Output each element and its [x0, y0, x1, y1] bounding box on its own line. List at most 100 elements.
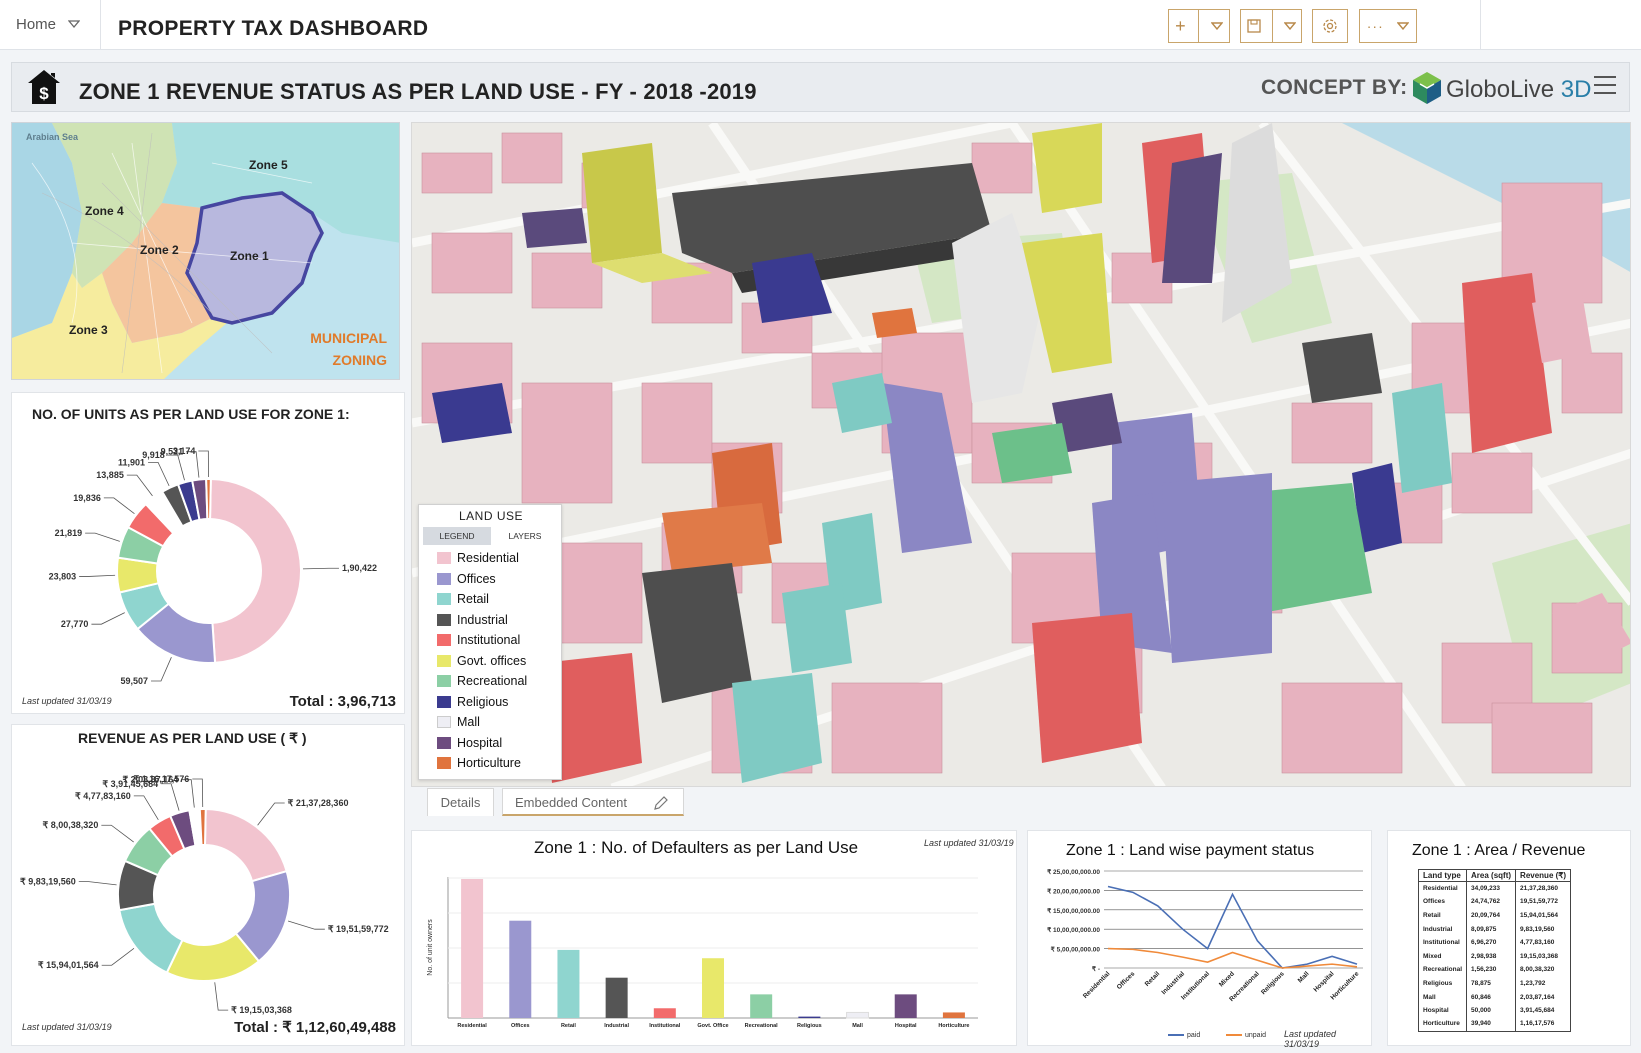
- table-cell: 78,875: [1466, 976, 1517, 991]
- tab-layers[interactable]: LAYERS: [491, 527, 559, 545]
- municipal-zoning-map[interactable]: Arabian Sea Zone 5 Zone 4 Zone 2 Zone 1 …: [11, 122, 400, 380]
- panel-title: Zone 1 : No. of Defaulters as per Land U…: [534, 838, 859, 857]
- settings-button[interactable]: [1312, 9, 1348, 43]
- legend-item: Offices: [437, 569, 527, 590]
- data-label: 21,819: [55, 528, 83, 538]
- pencil-icon[interactable]: [653, 795, 669, 811]
- table-cell: 60,846: [1466, 990, 1517, 1004]
- legend-item: Govt. offices: [437, 651, 527, 672]
- table-cell: 15,94,01,564: [1515, 908, 1572, 923]
- divider: [1480, 0, 1481, 50]
- globolive-logo-icon: [1413, 72, 1441, 104]
- table-cell: Retail: [1417, 908, 1468, 923]
- label-leader: [257, 802, 285, 826]
- tab-label: Embedded Content: [515, 795, 628, 810]
- last-updated: Last updated 31/03/19: [1284, 1029, 1337, 1049]
- legend-item: Hospital: [437, 733, 527, 754]
- y-tick-label: ₹ 20,00,00,000.00: [1047, 887, 1100, 895]
- legend-item: Religious: [437, 692, 527, 713]
- column-header: Revenue (₹): [1515, 869, 1572, 882]
- units-donut-chart: 1,90,422 59,507 27,770 23,803 21,819 19,836 13…: [49, 446, 377, 686]
- x-tick-label: Horticulture: [938, 1023, 969, 1029]
- tab-legend[interactable]: LEGEND: [423, 527, 491, 545]
- table-cell: Mall: [1417, 990, 1468, 1004]
- x-tick-label: Industrial: [604, 1023, 629, 1029]
- save-button[interactable]: [1240, 9, 1302, 43]
- label-leader: [101, 824, 134, 843]
- label-leader: [126, 474, 153, 497]
- tab-embedded-content[interactable]: Embedded Content: [502, 788, 684, 816]
- table-cell: Industrial: [1417, 922, 1468, 936]
- table-row: Mall 60,846 2,03,87,164: [1417, 990, 1572, 1004]
- home-label: Home: [16, 15, 57, 33]
- panel-title: NO. OF UNITS AS PER LAND USE FOR ZONE 1:: [32, 406, 350, 422]
- map-caption: MUNICIPAL: [310, 330, 387, 346]
- x-tick-label: Offices: [511, 1023, 530, 1029]
- add-button[interactable]: +: [1168, 9, 1230, 43]
- y-tick-label: ₹ 10,00,00,000.00: [1047, 926, 1100, 934]
- x-tick-label: Residential: [457, 1023, 487, 1029]
- house-dollar-icon: $: [28, 70, 60, 104]
- label-leader: [167, 454, 185, 481]
- bar: [461, 879, 484, 1018]
- bar: [605, 977, 628, 1018]
- swatch: [437, 572, 451, 585]
- legend-item: Horticulture: [437, 753, 527, 774]
- label-leader: [198, 450, 209, 478]
- table-cell: Residential: [1417, 881, 1468, 896]
- bar: [798, 1016, 821, 1018]
- panel-title: REVENUE AS PER LAND USE ( ₹ ): [78, 730, 307, 746]
- legend-item: Residential: [437, 548, 527, 569]
- table-cell: Institutional: [1417, 935, 1468, 950]
- data-label: 3,174: [173, 446, 196, 456]
- bar: [942, 1012, 965, 1018]
- table-cell: Hospital: [1417, 1003, 1468, 1018]
- bar: [894, 994, 917, 1018]
- area-revenue-panel: Zone 1 : Area / Revenue Land type Area (…: [1387, 830, 1631, 1046]
- x-tick-label: Residential: [1082, 970, 1112, 1000]
- divider: [100, 0, 101, 50]
- swatch: [437, 736, 451, 749]
- table-cell: 3,91,45,684: [1515, 1003, 1572, 1018]
- swatch: [437, 593, 451, 606]
- revenue-panel: REVENUE AS PER LAND USE ( ₹ ) ₹ 21,37,28…: [11, 724, 405, 1046]
- x-tick-label: Hospital: [895, 1023, 917, 1029]
- concept-label: CONCEPT BY:: [1261, 76, 1408, 99]
- column-header: Land type: [1417, 869, 1468, 882]
- home-dropdown[interactable]: Home: [8, 10, 94, 38]
- label-leader: [91, 612, 125, 625]
- label-leader: [148, 461, 170, 487]
- data-label: ₹ 8,00,38,320: [43, 820, 99, 830]
- data-label: ₹ 15,94,01,564: [38, 960, 99, 970]
- table-cell: 34,09,233: [1466, 881, 1517, 896]
- table-row: Hospital 50,000 3,91,45,684: [1417, 1003, 1572, 1018]
- bar: [557, 949, 580, 1018]
- more-icon: ···: [1366, 18, 1384, 34]
- swatch: [437, 634, 451, 647]
- pie-slice: [203, 807, 288, 883]
- table-cell: 6,96,270: [1466, 935, 1517, 950]
- x-tick-label: Institutional: [649, 1023, 681, 1029]
- bar: [653, 1008, 676, 1018]
- data-label: ₹ 21,37,28,360: [288, 798, 349, 808]
- y-tick-label: ₹ 5,00,00,000.00: [1051, 946, 1101, 954]
- label-leader: [133, 795, 159, 820]
- x-tick-label: Mall: [852, 1023, 863, 1029]
- table-row: Retail 20,09,764 15,94,01,564: [1417, 908, 1572, 923]
- tab-details[interactable]: Details: [427, 788, 494, 816]
- last-updated: Last updated 31/03/19: [22, 1022, 112, 1032]
- table-cell: 19,15,03,368: [1515, 949, 1572, 964]
- city-3d-map[interactable]: [411, 122, 1631, 787]
- panel-title: Zone 1 : Area / Revenue: [1412, 842, 1586, 859]
- hamburger-menu-icon[interactable]: [1594, 76, 1616, 96]
- table-cell: 8,00,38,320: [1515, 963, 1572, 977]
- series-line: [1107, 885, 1358, 969]
- table-cell: Religious: [1417, 976, 1468, 991]
- data-label: ₹ 4,77,83,160: [75, 791, 131, 801]
- table-row: Mixed 2,98,938 19,15,03,368: [1417, 949, 1572, 964]
- more-button[interactable]: ···: [1359, 9, 1417, 43]
- table-cell: Mixed: [1417, 949, 1468, 964]
- table-cell: Recreational: [1417, 963, 1468, 977]
- zone-label: Zone 5: [249, 158, 288, 172]
- legend-item: Industrial: [437, 610, 527, 631]
